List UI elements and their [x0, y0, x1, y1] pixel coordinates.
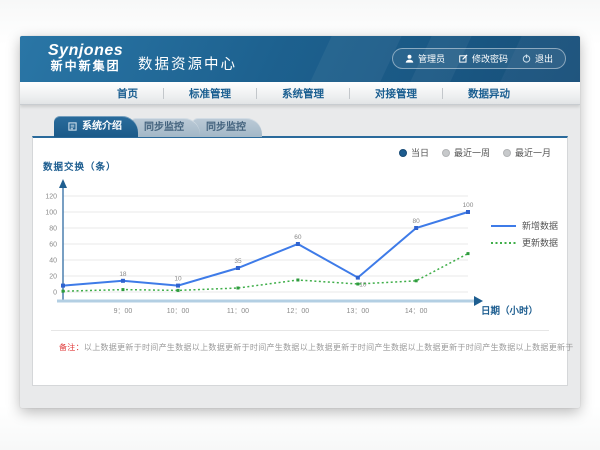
y-tick-label: 40: [49, 258, 57, 265]
document-icon: [68, 122, 77, 131]
power-icon: [522, 54, 531, 63]
tab-label: 系统介绍: [82, 116, 122, 137]
nav-item-2[interactable]: 标准管理: [164, 86, 256, 101]
y-tick-label: 100: [45, 210, 57, 217]
footnote: 备注：以上数据更新于时间产生数据以上数据更新于时间产生数据以上数据更新于时间产生…: [59, 342, 574, 353]
x-tick-label: 10：00: [167, 308, 190, 315]
legend-label-更新数据: 更新数据: [522, 237, 558, 248]
nav-item-4[interactable]: 对接管理: [350, 86, 442, 101]
footnote-prefix: 备注：: [59, 343, 84, 352]
current-user-label: 管理员: [418, 52, 445, 65]
x-tick-label: 12：00: [287, 308, 310, 315]
data-point-marker: [236, 287, 239, 290]
x-tick-label: 14：00: [405, 308, 428, 315]
range-option-2[interactable]: 最近一周: [442, 146, 490, 159]
data-point-label: 10: [174, 276, 182, 283]
data-point-marker: [296, 242, 300, 246]
x-tick-label: 9：00: [114, 308, 133, 315]
nav-item-5[interactable]: 数据异动: [443, 86, 535, 101]
radio-unselected-icon: [503, 149, 511, 157]
data-point-label: 10: [359, 282, 367, 289]
doc-lines: [71, 125, 75, 129]
footnote-text: 以上数据更新于时间产生数据以上数据更新于时间产生数据以上数据更新于时间产生数据以…: [84, 343, 574, 352]
logo-text-cn: 新中新集团: [48, 59, 123, 74]
data-point-marker: [236, 266, 240, 270]
y-tick-label: 60: [49, 242, 57, 249]
change-password-label: 修改密码: [472, 52, 508, 65]
y-tick-label: 20: [49, 274, 57, 281]
range-label: 最近一周: [454, 146, 490, 159]
logout-label: 退出: [535, 52, 553, 65]
radio-selected-icon: [399, 149, 407, 157]
user-toolbar: 管理员 修改密码 退出: [392, 48, 566, 69]
company-logo: Synjones 新中新集团: [48, 42, 123, 74]
app-header: Synjones 新中新集团 数据资源中心 管理员 修改密码: [20, 36, 580, 82]
x-axis-title: 日期（小时）: [481, 305, 538, 317]
data-point-marker: [296, 279, 299, 282]
data-point-marker: [356, 276, 360, 280]
tab-2[interactable]: 同步监控: [130, 118, 200, 137]
tab-3[interactable]: 同步监控: [192, 118, 262, 137]
data-point-label: 35: [234, 258, 242, 265]
time-range-selector: 当日 最近一周 最近一月: [399, 146, 551, 159]
data-point-marker: [61, 284, 65, 288]
data-point-marker: [466, 210, 470, 214]
user-icon: [405, 54, 414, 63]
panel-divider: [51, 330, 549, 331]
x-axis-arrow: [474, 296, 483, 306]
y-tick-label: 0: [53, 290, 57, 297]
x-tick-label: 11：00: [227, 308, 249, 315]
data-point-label: 18: [119, 271, 127, 278]
radio-unselected-icon: [442, 149, 450, 157]
data-point-marker: [415, 279, 418, 282]
tab-label: 同步监控: [206, 122, 246, 133]
data-point-marker: [176, 284, 180, 288]
y-tick-label: 80: [49, 226, 57, 233]
y-tick-label: 120: [45, 194, 57, 201]
range-label: 当日: [411, 146, 429, 159]
tab-bar: 系统介绍 同步监控 同步监控: [54, 116, 254, 137]
data-point-marker: [121, 279, 125, 283]
app-window: Synjones 新中新集团 数据资源中心 管理员 修改密码: [20, 36, 580, 408]
main-nav: 首页标准管理系统管理对接管理数据异动: [20, 82, 580, 105]
nav-item-3[interactable]: 系统管理: [257, 86, 349, 101]
range-option-1[interactable]: 当日: [399, 146, 429, 159]
data-point-label: 100: [463, 202, 474, 209]
tab-1[interactable]: 系统介绍: [54, 116, 138, 137]
logo-text-en: Synjones: [48, 42, 123, 59]
range-option-3[interactable]: 最近一月: [503, 146, 551, 159]
current-user-button[interactable]: 管理员: [405, 52, 445, 65]
range-label: 最近一月: [515, 146, 551, 159]
data-point-label: 60: [294, 234, 302, 241]
data-point-marker: [177, 289, 180, 292]
data-point-marker: [121, 288, 124, 291]
y-axis-arrow: [59, 179, 67, 188]
edit-icon: [459, 54, 468, 63]
data-point-marker: [467, 252, 470, 255]
content-panel: 当日 最近一周 最近一月 数据交换（条） 0 20 40 60 80 100 120 9：00 10…: [32, 136, 568, 386]
data-point-marker: [62, 290, 65, 293]
data-point-marker: [356, 283, 359, 286]
legend-label-新增数据: 新增数据: [522, 220, 558, 231]
x-tick-label: 13：00: [347, 308, 370, 315]
tab-label: 同步监控: [144, 122, 184, 133]
logout-button[interactable]: 退出: [522, 52, 553, 65]
nav-item-1[interactable]: 首页: [92, 86, 163, 101]
page-title: 数据资源中心: [138, 53, 237, 74]
y-axis-title: 数据交换（条）: [43, 159, 117, 173]
data-exchange-line-chart: 0 20 40 60 80 100 120 9：00 10：00 11：00 12：00 13：00 1…: [33, 174, 569, 326]
data-point-label: 80: [413, 218, 421, 225]
screenshot-stage: Synjones 新中新集团 数据资源中心 管理员 修改密码: [0, 0, 600, 450]
change-password-button[interactable]: 修改密码: [459, 52, 508, 65]
data-point-marker: [414, 226, 418, 230]
